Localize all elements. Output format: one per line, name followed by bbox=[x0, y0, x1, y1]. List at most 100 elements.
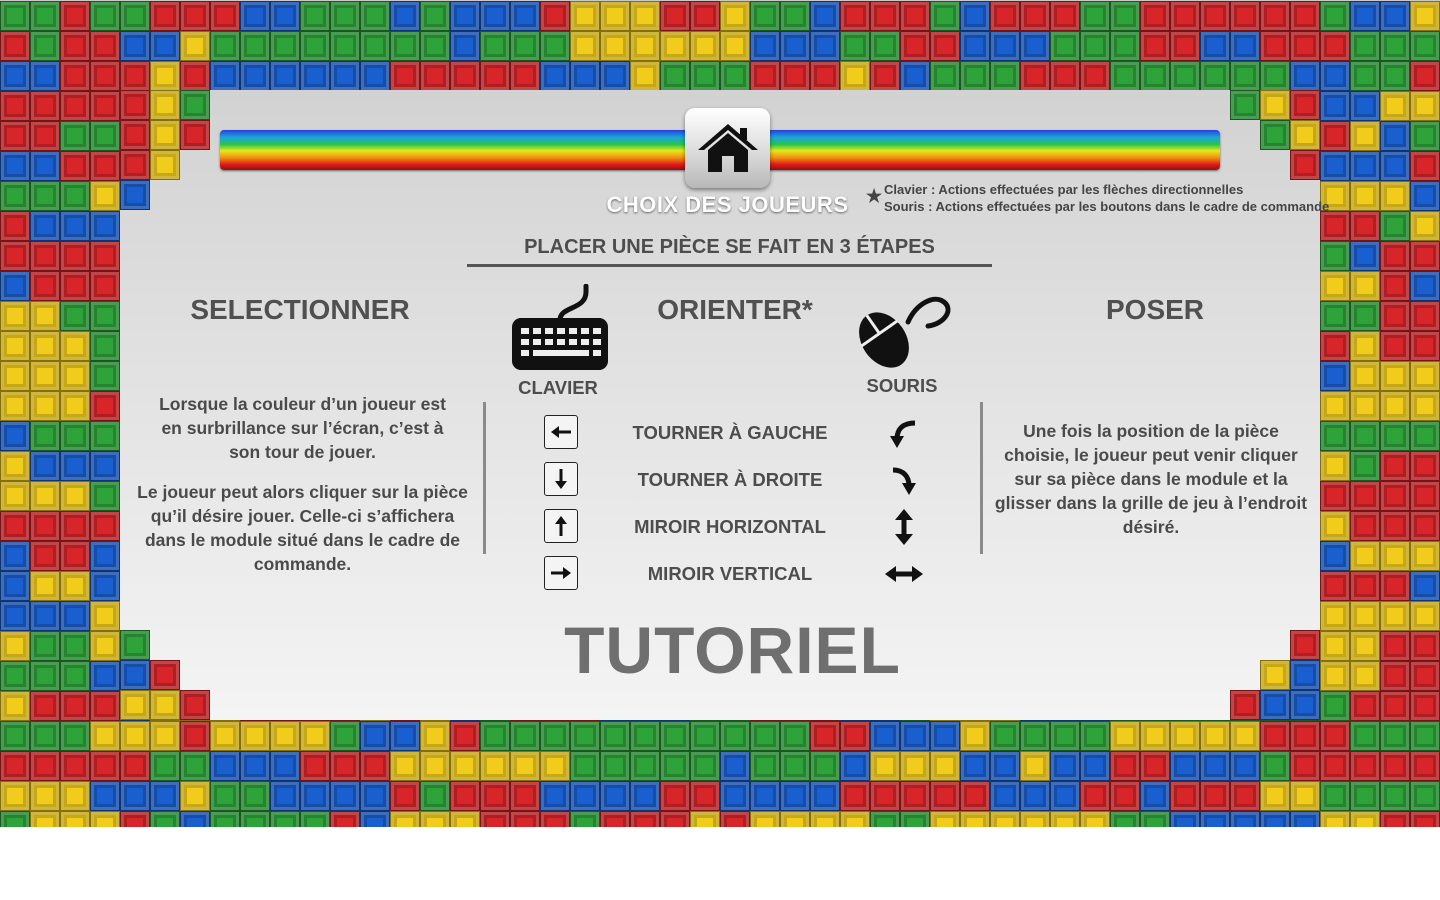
tile bbox=[60, 451, 90, 481]
tile bbox=[1200, 31, 1230, 61]
tile bbox=[240, 751, 270, 781]
tile bbox=[630, 781, 660, 811]
tile bbox=[30, 331, 60, 361]
tile bbox=[0, 271, 30, 301]
tile bbox=[30, 1, 60, 31]
tile bbox=[660, 751, 690, 781]
tile bbox=[630, 751, 660, 781]
tile bbox=[480, 31, 510, 61]
tile bbox=[60, 1, 90, 31]
tile bbox=[120, 660, 150, 690]
tile bbox=[930, 751, 960, 781]
tile bbox=[1380, 331, 1410, 361]
tile bbox=[360, 1, 390, 31]
tile bbox=[1320, 451, 1350, 481]
tile bbox=[750, 811, 780, 827]
tile bbox=[750, 781, 780, 811]
tile bbox=[30, 481, 60, 511]
tile bbox=[1320, 331, 1350, 361]
tile bbox=[1320, 211, 1350, 241]
tile bbox=[60, 421, 90, 451]
tile bbox=[0, 181, 30, 211]
tile bbox=[1380, 451, 1410, 481]
tile bbox=[690, 751, 720, 781]
tile bbox=[1350, 811, 1380, 827]
tile bbox=[300, 751, 330, 781]
tile bbox=[870, 721, 900, 751]
tile bbox=[1320, 541, 1350, 571]
tile bbox=[300, 811, 330, 827]
tile bbox=[510, 31, 540, 61]
tile bbox=[1290, 90, 1320, 120]
tile bbox=[60, 661, 90, 691]
tile bbox=[60, 571, 90, 601]
tile bbox=[240, 61, 270, 91]
tile bbox=[0, 211, 30, 241]
down-arrow-key-icon bbox=[544, 462, 578, 496]
tile bbox=[1080, 751, 1110, 781]
tile bbox=[90, 391, 120, 421]
tile bbox=[390, 781, 420, 811]
vertical-double-arrow-icon[interactable] bbox=[880, 509, 928, 545]
tile bbox=[1050, 1, 1080, 31]
tile bbox=[1320, 721, 1350, 751]
tile bbox=[90, 661, 120, 691]
tile bbox=[570, 721, 600, 751]
tile bbox=[390, 31, 420, 61]
tile bbox=[1140, 31, 1170, 61]
tile bbox=[30, 211, 60, 241]
tile bbox=[930, 721, 960, 751]
tile bbox=[1410, 31, 1440, 61]
tile bbox=[870, 31, 900, 61]
tile bbox=[870, 811, 900, 827]
tile bbox=[30, 31, 60, 61]
tile bbox=[240, 31, 270, 61]
tile bbox=[30, 691, 60, 721]
tile bbox=[660, 1, 690, 31]
rotate-left-icon[interactable] bbox=[880, 416, 928, 452]
tile bbox=[630, 61, 660, 91]
tile bbox=[1410, 421, 1440, 451]
tile bbox=[900, 61, 930, 91]
tile bbox=[480, 61, 510, 91]
rotate-right-icon[interactable] bbox=[880, 463, 928, 499]
tile bbox=[270, 751, 300, 781]
tile bbox=[1050, 751, 1080, 781]
tile bbox=[1350, 211, 1380, 241]
tile bbox=[1260, 721, 1290, 751]
tile bbox=[1200, 811, 1230, 827]
tile bbox=[1140, 1, 1170, 31]
tile bbox=[1350, 631, 1380, 661]
tile bbox=[1380, 361, 1410, 391]
tile bbox=[1410, 271, 1440, 301]
tile bbox=[30, 661, 60, 691]
tile bbox=[1380, 241, 1410, 271]
tile bbox=[90, 451, 120, 481]
tile bbox=[1230, 61, 1260, 91]
tile bbox=[1350, 721, 1380, 751]
tile bbox=[900, 721, 930, 751]
tile bbox=[660, 811, 690, 827]
tile bbox=[810, 751, 840, 781]
tile bbox=[270, 811, 300, 827]
tile bbox=[1200, 721, 1230, 751]
tile bbox=[1380, 781, 1410, 811]
tile bbox=[1350, 661, 1380, 691]
tile bbox=[180, 1, 210, 31]
tile bbox=[930, 781, 960, 811]
player-choice-label[interactable]: CHOIX DES JOUEURS bbox=[595, 192, 860, 218]
tile bbox=[1410, 691, 1440, 721]
tile bbox=[1110, 1, 1140, 31]
tile bbox=[1350, 1, 1380, 31]
horizontal-double-arrow-icon[interactable] bbox=[880, 556, 928, 592]
tile bbox=[1380, 811, 1410, 827]
tile bbox=[150, 751, 180, 781]
tile bbox=[90, 691, 120, 721]
place-paragraph: Une fois la position de la pièce choisie… bbox=[994, 421, 1308, 537]
tile bbox=[420, 811, 450, 827]
home-button[interactable] bbox=[685, 108, 770, 188]
tile bbox=[960, 1, 990, 31]
tile bbox=[0, 661, 30, 691]
tile bbox=[870, 61, 900, 91]
tile bbox=[840, 811, 870, 827]
